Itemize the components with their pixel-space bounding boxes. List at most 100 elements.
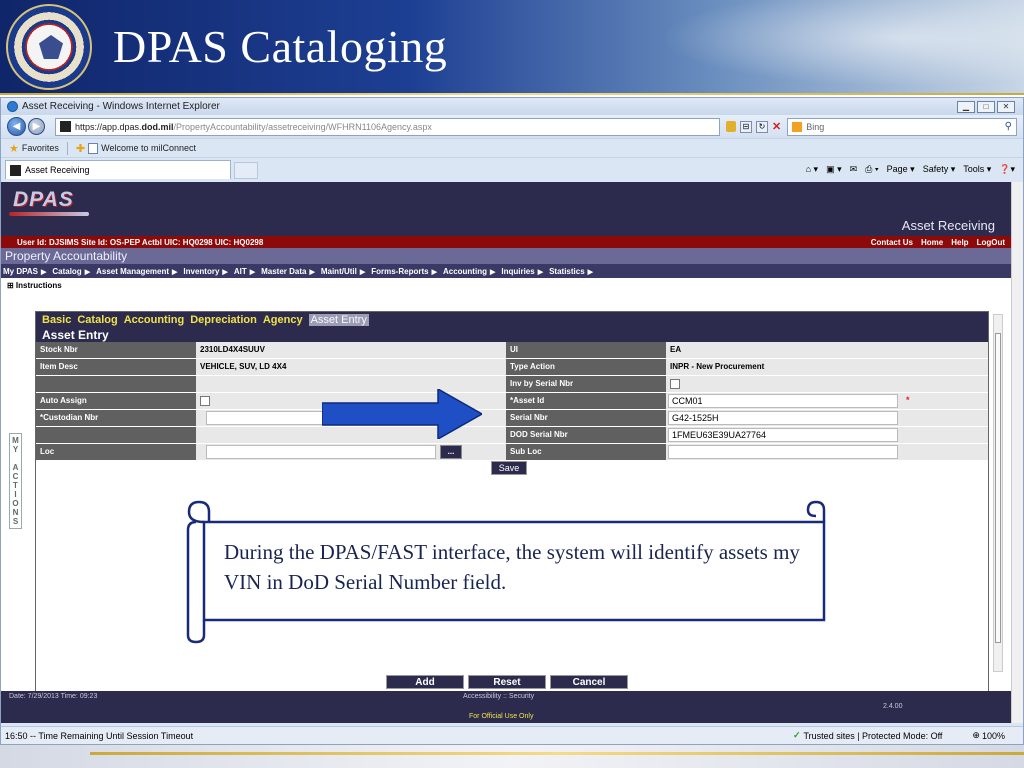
reset-button[interactable]: Reset — [468, 675, 546, 689]
maximize-button[interactable]: □ — [977, 100, 995, 113]
home-icon[interactable]: ⌂ ▾ — [806, 164, 818, 175]
module-title: Property Accountability — [1, 248, 1011, 264]
page-icon — [88, 142, 99, 154]
menu-forms-reports[interactable]: Forms-Reports ▶ — [371, 267, 437, 276]
favorite-link[interactable]: Welcome to milConnect — [101, 143, 196, 153]
help-link[interactable]: Help — [951, 238, 968, 247]
check-icon: ✓ — [792, 730, 801, 740]
instructions-toggle[interactable]: ⊞ Instructions — [1, 278, 1011, 292]
refresh-icon[interactable]: ↻ — [756, 120, 768, 133]
menu-my-dpas[interactable]: My DPAS ▶ — [3, 267, 46, 276]
subtab-basic[interactable]: Basic — [42, 314, 71, 326]
bing-icon — [792, 121, 803, 132]
compatibility-icon[interactable]: ⊟ — [740, 120, 752, 133]
auto-assign-checkbox[interactable] — [200, 396, 210, 406]
address-bar: ◀ ▶ https://app.dpas. dod.mil/PropertyAcc… — [1, 115, 1023, 138]
stop-icon[interactable]: ✕ — [772, 120, 781, 133]
ie-icon — [7, 101, 18, 112]
help-icon[interactable]: ❓▾ — [999, 164, 1015, 175]
zoom-level[interactable]: 100% — [982, 731, 1005, 741]
form-row: Inv by Serial Nbr — [36, 376, 988, 393]
add-button[interactable]: Add — [386, 675, 464, 689]
slide-footer-rule — [0, 745, 1024, 768]
loc-lookup-button[interactable]: ... — [440, 445, 462, 459]
cancel-button[interactable]: Cancel — [550, 675, 628, 689]
feeds-icon[interactable]: ▣ ▾ — [826, 164, 842, 175]
menu-statistics[interactable]: Statistics ▶ — [549, 267, 593, 276]
favorites-button[interactable]: Favorites — [22, 143, 59, 153]
subtab-catalog[interactable]: Catalog — [77, 314, 117, 326]
sub-loc-input[interactable] — [668, 445, 898, 459]
panel-scrollbar[interactable] — [993, 314, 1003, 672]
lock-icon[interactable] — [726, 121, 736, 132]
stock-nbr-value: 2310LD4X4SUUV — [196, 342, 506, 358]
item-desc-value: VEHICLE, SUV, LD 4X4 — [196, 359, 506, 375]
back-button[interactable]: ◀ — [7, 117, 26, 136]
menu-inquiries[interactable]: Inquiries ▶ — [501, 267, 543, 276]
callout-text: During the DPAS/FAST interface, the syst… — [224, 540, 800, 594]
form-row: DOD Serial Nbr — [36, 427, 988, 444]
ui-value: EA — [666, 342, 988, 358]
form-row: Item Desc VEHICLE, SUV, LD 4X4 Type Acti… — [36, 359, 988, 376]
security-zone: Trusted sites | Protected Mode: Off — [803, 730, 943, 741]
panel-title: Asset Entry — [42, 328, 109, 342]
contact-us-link[interactable]: Contact Us — [871, 238, 913, 247]
menu-inventory[interactable]: Inventory ▶ — [183, 267, 227, 276]
new-tab-button[interactable] — [234, 162, 258, 179]
menu-catalog[interactable]: Catalog ▶ — [52, 267, 90, 276]
logout-link[interactable]: LogOut — [977, 238, 1005, 247]
subtab-asset-entry[interactable]: Asset Entry — [308, 314, 369, 326]
close-button[interactable]: ✕ — [997, 100, 1015, 113]
tools-menu[interactable]: Tools ▾ — [963, 164, 991, 175]
fouo-label: For Official Use Only — [469, 713, 534, 720]
window-titlebar: Asset Receiving - Windows Internet Explo… — [1, 98, 1023, 115]
mail-icon[interactable]: ✉ — [850, 164, 858, 175]
subtab-agency[interactable]: Agency — [263, 314, 303, 326]
accessibility-link[interactable]: Accessibility :: Security — [463, 693, 534, 700]
my-actions-tab[interactable]: MYACTIONS — [9, 433, 22, 529]
print-icon[interactable]: ⎙ ▾ — [865, 164, 878, 175]
safety-menu[interactable]: Safety ▾ — [923, 164, 956, 175]
home-link[interactable]: Home — [921, 238, 943, 247]
save-button[interactable]: Save — [491, 461, 527, 475]
app-footer: Date: 7/29/2013 Time: 09:23 Accessibilit… — [1, 691, 1011, 723]
main-menu: My DPAS ▶ Catalog ▶ Asset Management ▶ Inve… — [1, 264, 1011, 278]
slide-banner: DPAS Cataloging — [0, 0, 1024, 95]
page-menu[interactable]: Page ▾ — [887, 164, 915, 175]
dod-seal-icon — [6, 4, 92, 90]
form-row: Auto Assign *Asset Id * — [36, 393, 988, 410]
subtab-depreciation[interactable]: Depreciation — [190, 314, 257, 326]
forward-button[interactable]: ▶ — [28, 118, 45, 135]
menu-master-data[interactable]: Master Data ▶ — [261, 267, 315, 276]
menu-ait[interactable]: AIT ▶ — [234, 267, 255, 276]
asset-id-input[interactable] — [668, 394, 898, 408]
page-scrollbar[interactable] — [1011, 182, 1023, 723]
tab-asset-receiving[interactable]: Asset Receiving — [5, 160, 231, 179]
loc-input[interactable] — [206, 445, 436, 459]
search-input[interactable]: Bing ⚲ — [787, 117, 1017, 136]
dod-serial-nbr-input[interactable] — [668, 428, 898, 442]
minimize-button[interactable]: ▁ — [957, 100, 975, 113]
action-buttons: Add Reset Cancel — [386, 675, 628, 689]
app-header: DPAS Asset Receiving — [1, 182, 1011, 236]
menu-maint-util[interactable]: Maint/Util ▶ — [321, 267, 365, 276]
user-info-bar: User Id: DJSIMS Site Id: OS-PEP Actbl UI… — [1, 236, 1011, 248]
search-icon[interactable]: ⚲ — [1005, 121, 1012, 132]
serial-nbr-input[interactable] — [668, 411, 898, 425]
app-page-title: Asset Receiving — [901, 218, 995, 233]
subtab-accounting[interactable]: Accounting — [124, 314, 185, 326]
favorites-star-icon[interactable]: ★ — [9, 142, 19, 155]
required-marker: * — [906, 395, 910, 405]
form-row: *Custodian Nbr ... Serial Nbr — [36, 410, 988, 427]
site-favicon-icon — [10, 164, 21, 176]
favorites-bar: ★ Favorites ✚ Welcome to milConnect — [1, 138, 1023, 157]
menu-asset-management[interactable]: Asset Management ▶ — [96, 267, 177, 276]
inv-by-serial-checkbox[interactable] — [670, 379, 680, 389]
menu-accounting[interactable]: Accounting ▶ — [443, 267, 495, 276]
url-input[interactable]: https://app.dpas. dod.mil/PropertyAccount… — [55, 117, 720, 136]
add-favorite-icon[interactable]: ✚ — [76, 142, 85, 155]
app-version: 2.4.00 — [883, 703, 903, 710]
zoom-icon[interactable]: ⊕ — [972, 730, 980, 741]
browser-window: Asset Receiving - Windows Internet Explo… — [0, 97, 1024, 745]
slide-title: DPAS Cataloging — [113, 21, 448, 72]
